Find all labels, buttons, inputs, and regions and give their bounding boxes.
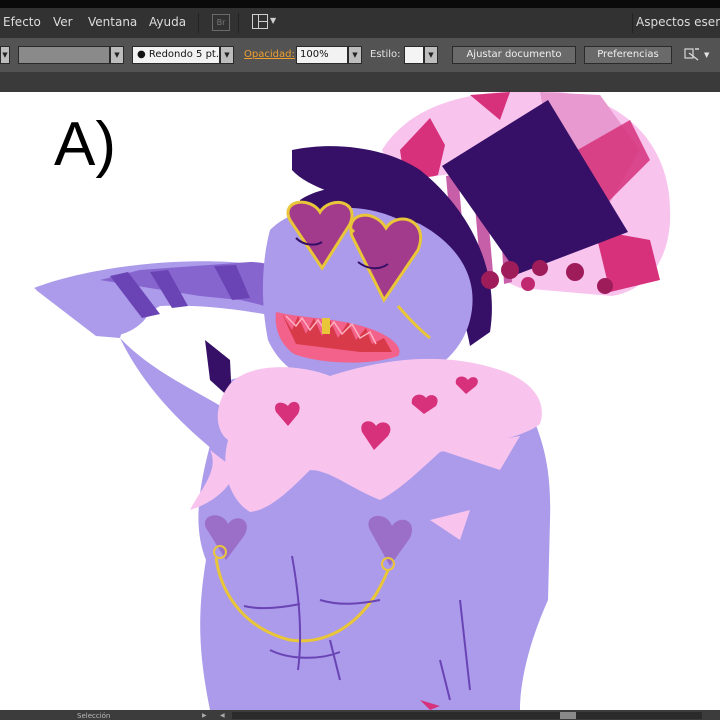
- style-swatch[interactable]: [404, 46, 424, 64]
- opacity-field[interactable]: 100%: [296, 46, 348, 64]
- menu-separator: [198, 13, 199, 33]
- adjust-document-button[interactable]: Ajustar documento: [452, 46, 576, 64]
- menu-bar: Efecto Ver Ventana Ayuda Br ▼ Aspectos e…: [0, 8, 720, 38]
- status-bar: Selección ▶ ◀: [0, 710, 720, 720]
- chevron-down-icon[interactable]: ▼: [110, 46, 124, 64]
- brush-value: Redondo 5 pt.: [148, 49, 220, 60]
- stroke-profile-dropdown[interactable]: [18, 46, 110, 64]
- current-tool-label[interactable]: Selección: [77, 713, 110, 720]
- menu-ventana[interactable]: Ventana: [88, 15, 137, 29]
- workspace-switcher[interactable]: Aspectos esenciales: [636, 15, 720, 29]
- style-label: Estilo:: [370, 49, 401, 60]
- chevron-down-icon[interactable]: ▼: [424, 46, 438, 64]
- chevron-down-icon[interactable]: ▼: [348, 46, 362, 64]
- opacity-label[interactable]: Opacidad:: [244, 49, 295, 60]
- panel-label: A): [54, 110, 116, 179]
- bridge-icon[interactable]: Br: [212, 14, 230, 31]
- menu-ver[interactable]: Ver: [53, 15, 73, 29]
- chevron-down-icon[interactable]: ▼: [270, 16, 276, 25]
- control-bar: ▼ ▼ ● Redondo 5 pt. ▼ Opacidad: 100% ▼ E…: [0, 38, 720, 72]
- window-top-strip: [0, 0, 720, 8]
- brush-dot-icon: ●: [137, 49, 146, 60]
- scrollbar-thumb[interactable]: [560, 712, 576, 719]
- chevron-down-icon[interactable]: ▼: [0, 46, 10, 64]
- brush-definition-dropdown[interactable]: ● Redondo 5 pt.: [132, 46, 220, 64]
- chevron-down-icon[interactable]: ▼: [704, 51, 709, 59]
- menu-separator: [238, 13, 239, 33]
- artboard[interactable]: A): [0, 92, 720, 710]
- menu-efecto[interactable]: Efecto: [3, 15, 41, 29]
- horizontal-scrollbar[interactable]: [232, 712, 702, 719]
- scroll-left-icon[interactable]: ◀: [220, 712, 225, 719]
- preferences-button[interactable]: Preferencias: [584, 46, 672, 64]
- scroll-left-icon[interactable]: ▶: [202, 712, 207, 719]
- isolate-mode-icon[interactable]: [684, 47, 700, 61]
- document-tab-strip: [0, 72, 720, 92]
- chevron-down-icon[interactable]: ▼: [220, 46, 234, 64]
- menu-separator: [632, 13, 633, 33]
- menu-ayuda[interactable]: Ayuda: [149, 15, 186, 29]
- character-illustration: [34, 92, 671, 710]
- workspace-layout-icon[interactable]: [252, 14, 268, 29]
